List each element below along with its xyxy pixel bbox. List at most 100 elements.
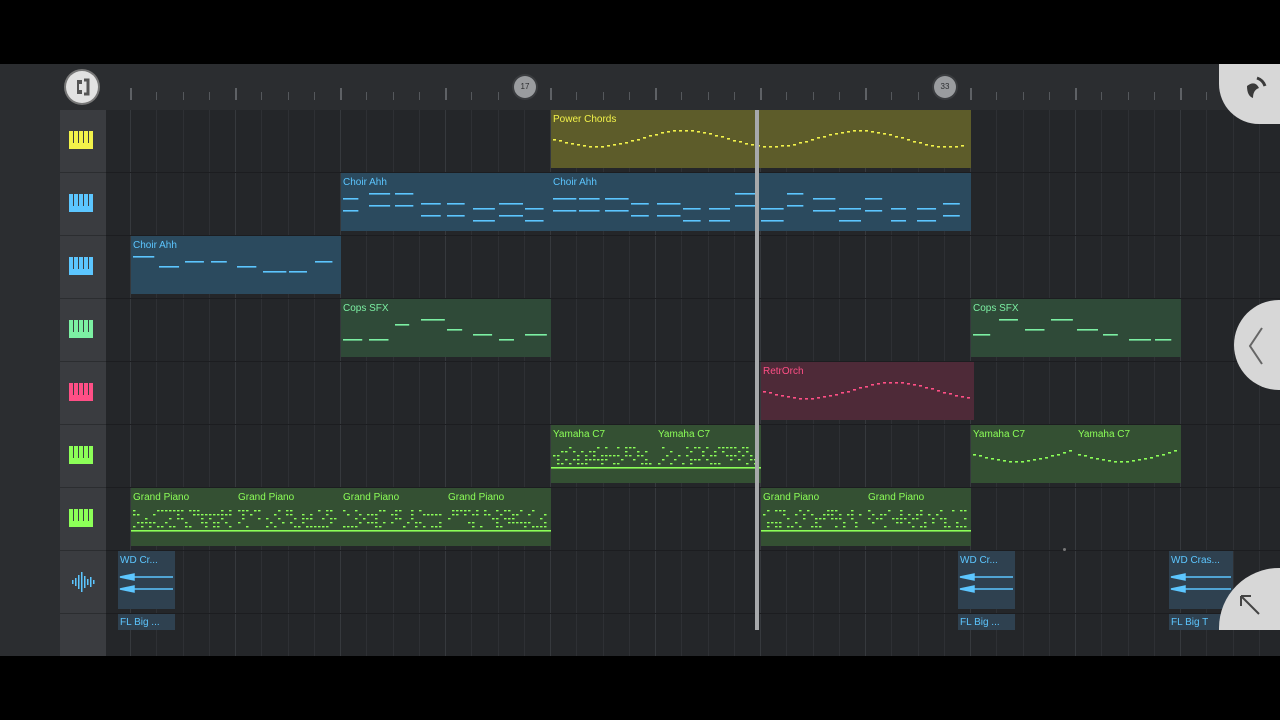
clip-label: Grand Piano <box>133 492 190 503</box>
clip-label: WD Cras... <box>1171 555 1220 566</box>
magnet-icon <box>77 78 90 96</box>
grid-line <box>313 110 315 656</box>
ruler-tick <box>313 92 315 100</box>
grid-line <box>1127 110 1129 656</box>
clip-label: Cops SFX <box>973 303 1019 314</box>
ruler-tick <box>392 92 394 100</box>
pattern-clip[interactable]: Yamaha C7 <box>551 425 656 483</box>
ruler-tick <box>812 92 814 100</box>
pattern-clip[interactable]: Yamaha C7 <box>656 425 761 483</box>
ruler-tick <box>1153 92 1155 100</box>
piano-icon <box>69 257 93 275</box>
pattern-clip[interactable]: RetrOrch <box>761 362 974 420</box>
track-header[interactable] <box>60 236 106 299</box>
grid-line <box>235 110 236 656</box>
fl-logo-icon <box>1219 64 1280 124</box>
track-icon-column <box>60 110 106 656</box>
pattern-clip[interactable]: Grand Piano <box>866 488 971 546</box>
ruler-tick <box>445 88 447 100</box>
track-header[interactable] <box>60 362 106 425</box>
clip-label: Choir Ahh <box>553 177 597 188</box>
pattern-clip[interactable]: WD Cr... <box>958 551 1015 609</box>
playlist-tracks: Power Chords Choir Ahh Choir Ahh Choir Ahh C… <box>60 110 1280 656</box>
pattern-clip[interactable]: Yamaha C7 <box>971 425 1076 483</box>
ruler-tick <box>261 92 263 100</box>
clip-label: Yamaha C7 <box>553 429 606 440</box>
ruler-tick <box>760 88 762 100</box>
clip-notes <box>553 193 960 222</box>
ruler-tick <box>1127 92 1129 100</box>
ruler-tick <box>576 92 578 100</box>
row-divider <box>106 361 1280 362</box>
clip-label: FL Big ... <box>120 617 160 628</box>
clip-label: Power Chords <box>553 114 617 125</box>
grid-line <box>1153 110 1155 656</box>
pattern-clip[interactable]: Grand Piano <box>131 488 236 546</box>
ruler-tick <box>497 92 499 100</box>
chevron-left-icon <box>1248 327 1263 365</box>
track-header[interactable] <box>60 488 106 551</box>
piano-icon <box>69 320 93 338</box>
pattern-clip[interactable]: FL Big ... <box>118 614 175 630</box>
ruler-tick <box>707 92 709 100</box>
ruler-tick <box>340 88 342 100</box>
pattern-clip[interactable]: WD Cr... <box>118 551 175 609</box>
pattern-clip[interactable]: Cops SFX <box>971 299 1181 357</box>
arrow-up-left-icon <box>1240 595 1260 615</box>
row-divider <box>106 613 1280 614</box>
piano-icon <box>69 509 93 527</box>
ruler-tick <box>865 88 867 100</box>
bar-marker[interactable]: 17 <box>514 76 536 98</box>
pattern-clip[interactable]: Grand Piano <box>761 488 866 546</box>
track-header[interactable] <box>60 299 106 362</box>
pattern-clip[interactable]: Yamaha C7 <box>1076 425 1181 483</box>
clip-label: WD Cr... <box>960 555 998 566</box>
playlist-grid[interactable]: Power Chords Choir Ahh Choir Ahh Choir Ahh C… <box>106 110 1280 656</box>
grid-line <box>1048 110 1050 656</box>
clip-label: Grand Piano <box>238 492 295 503</box>
pattern-clip[interactable]: Cops SFX <box>341 299 551 357</box>
pattern-clip[interactable]: Power Chords <box>551 110 971 168</box>
expand-corner-button[interactable] <box>1219 568 1280 630</box>
piano-icon <box>69 383 93 401</box>
ruler-tick <box>681 92 683 100</box>
track-header[interactable] <box>60 425 106 488</box>
ruler-tick <box>996 92 998 100</box>
indicator-dot <box>1063 548 1066 551</box>
ruler-tick <box>628 92 630 100</box>
ruler-tick <box>655 88 657 100</box>
bar-marker[interactable]: 33 <box>934 76 956 98</box>
ruler-tick <box>1180 88 1182 100</box>
grid-line <box>287 110 289 656</box>
fl-studio-logo-button[interactable] <box>1219 64 1280 124</box>
ruler-tick <box>418 92 420 100</box>
track-header[interactable] <box>60 173 106 236</box>
track-header[interactable] <box>60 551 106 614</box>
pattern-clip[interactable]: Grand Piano <box>236 488 341 546</box>
grid-line <box>182 110 184 656</box>
pattern-clip[interactable]: Choir Ahh <box>131 236 341 294</box>
pattern-clip[interactable]: FL Big ... <box>958 614 1015 630</box>
ruler-tick <box>602 92 604 100</box>
pattern-clip[interactable]: Choir Ahh <box>551 173 971 231</box>
playlist-window: 17 33 Power Chords Choir Ahh Choir Ahh Choir… <box>0 64 1280 656</box>
timeline-header: 17 33 <box>0 64 1280 110</box>
ruler-tick <box>287 92 289 100</box>
collapse-panel-button[interactable] <box>1234 300 1280 390</box>
grid-line <box>208 110 210 656</box>
track-header[interactable] <box>60 110 106 173</box>
pattern-clip[interactable]: Grand Piano <box>341 488 446 546</box>
playhead[interactable] <box>755 110 759 630</box>
ruler-tick <box>235 88 237 100</box>
grid-line <box>1075 110 1076 656</box>
pattern-clip[interactable]: Grand Piano <box>446 488 551 546</box>
ruler-tick <box>182 92 184 100</box>
snap-magnet-button[interactable] <box>66 71 98 103</box>
piano-icon <box>69 131 93 149</box>
piano-icon <box>69 446 93 464</box>
clip-label: Yamaha C7 <box>1078 429 1131 440</box>
ruler-tick <box>130 88 132 100</box>
pattern-clip[interactable]: Choir Ahh <box>341 173 551 231</box>
clip-label: Yamaha C7 <box>658 429 711 440</box>
bar-ruler[interactable]: 17 33 <box>106 76 1280 106</box>
